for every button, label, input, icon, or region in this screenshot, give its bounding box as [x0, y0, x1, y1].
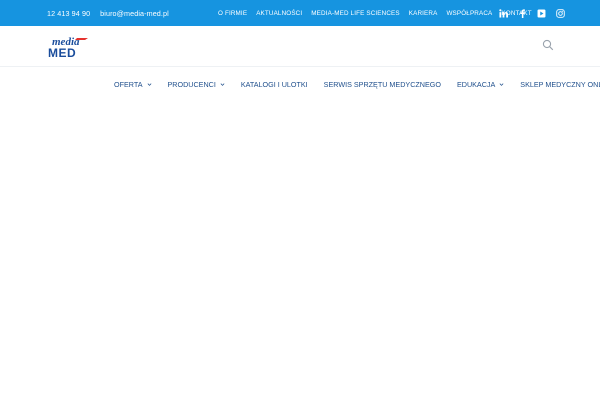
nav-label-producenci: PRODUCENCI — [167, 79, 216, 89]
search-icon[interactable] — [542, 39, 554, 51]
toplink-aktualnosci[interactable]: AKTUALNOŚCI — [256, 10, 302, 17]
nav-item-oferta[interactable]: OFERTA — [114, 80, 152, 89]
top-links: O FIRMIE AKTUALNOŚCI MEDIA-MED LIFE SCIE… — [218, 0, 541, 26]
nav-label-edukacja: EDUKACJA — [456, 79, 496, 89]
social-links — [498, 0, 565, 26]
nav-label-serwis: SERWIS SPRZĘTU MEDYCZNEGO — [323, 79, 441, 89]
nav-item-serwis[interactable]: SERWIS SPRZĘTU MEDYCZNEGO — [324, 80, 441, 89]
nav-item-producenci[interactable]: PRODUCENCI — [168, 80, 225, 89]
toplink-o-firmie[interactable]: O FIRMIE — [218, 10, 247, 17]
toplink-wspolpraca[interactable]: WSPÓŁPRACA — [446, 10, 492, 17]
site-header: media MED — [0, 26, 600, 67]
youtube-icon[interactable] — [536, 8, 546, 18]
toplink-kariera[interactable]: KARIERA — [409, 10, 438, 17]
chevron-down-icon — [147, 82, 151, 86]
toplink-life-sciences[interactable]: MEDIA-MED LIFE SCIENCES — [311, 10, 399, 17]
chevron-down-icon — [220, 82, 225, 86]
top-bar: 12 413 94 90 biuro@media-med.pl O FIRMIE… — [0, 0, 600, 26]
nav-label-katalogi: KATALOGI I ULOTKI — [240, 79, 308, 89]
contact-info: 12 413 94 90 biuro@media-med.pl — [47, 0, 169, 26]
email-address[interactable]: biuro@media-med.pl — [100, 9, 169, 18]
nav-item-edukacja[interactable]: EDUKACJA — [457, 80, 504, 89]
nav-item-katalogi[interactable]: KATALOGI I ULOTKI — [241, 80, 308, 89]
phone-number[interactable]: 12 413 94 90 — [47, 9, 90, 18]
facebook-icon[interactable] — [517, 8, 527, 18]
instagram-icon[interactable] — [555, 8, 565, 18]
linkedin-icon[interactable] — [498, 8, 508, 18]
nav-label-oferta: OFERTA — [114, 79, 143, 89]
logo-text-med: MED — [48, 46, 76, 59]
main-navigation: OFERTA PRODUCENCI KATALOGI I ULOTKI SERW… — [0, 67, 600, 101]
media-med-logo[interactable]: media MED — [47, 35, 93, 59]
nav-item-sklep[interactable]: SKLEP MEDYCZNY ONLINE — [520, 80, 600, 89]
chevron-down-icon — [499, 82, 504, 86]
nav-label-sklep: SKLEP MEDYCZNY ONLINE — [520, 79, 600, 89]
